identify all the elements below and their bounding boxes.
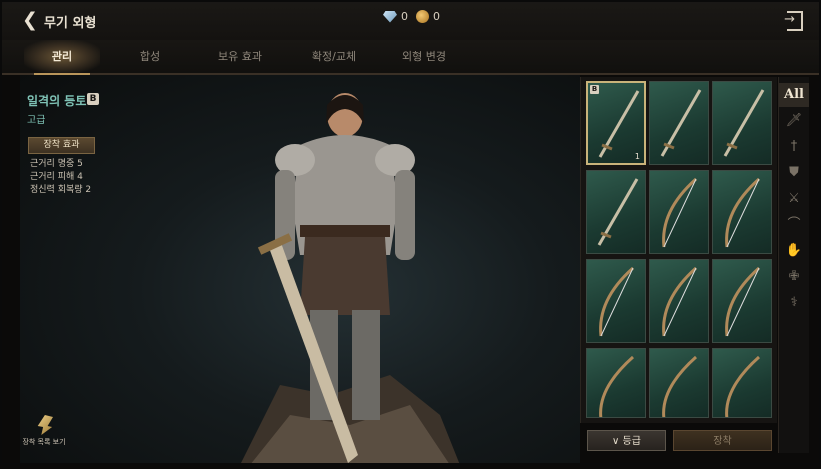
knight-character [240,85,460,465]
weapon-slot[interactable] [649,81,709,165]
sword-icon [723,89,765,157]
gauntlet-icon[interactable]: ✋ [779,239,809,263]
tab-compose[interactable]: 합성 [118,40,182,73]
stat-line: 근거리 명중 5 [30,159,83,169]
top-bar: ❮ 무기 외형 0 0 → [0,0,821,41]
stat-line: 정신력 회복량 2 [30,185,92,195]
bow-icon [599,266,634,337]
tab-confirm-swap[interactable]: 확정/교체 [294,40,374,73]
slot-count: 1 [634,152,640,161]
tab-bar: 관리 합성 보유 효과 확정/교체 외형 변경 [0,40,821,75]
orb-staff-icon[interactable]: ✙ [779,265,809,289]
grade-sort-button[interactable]: ∨ 등급 [587,430,666,451]
tab-manage[interactable]: 관리 [24,40,100,75]
tab-owned-effect[interactable]: 보유 효과 [200,40,280,73]
equip-effect-label: 장착 효과 [28,137,95,154]
weapon-slot[interactable] [586,348,646,418]
sword-icon [660,89,702,157]
sword-icon[interactable]: † [779,135,809,159]
weapon-slot[interactable] [649,259,709,343]
equip-list-button[interactable]: 장착 목록 보기 [22,415,66,455]
bow-icon [725,177,760,248]
sword-icon [597,178,639,246]
belt [300,225,390,237]
gem-count: 0 [401,10,408,23]
chevron-left-icon[interactable]: ❮ [22,9,38,31]
right-leg [352,310,380,420]
crossed-swords-icon[interactable]: ⚔ [779,187,809,211]
bow-icon [725,266,760,337]
weapon-grid: B 1 [580,77,777,423]
wand-icon[interactable]: ⚕ [779,291,809,315]
item-grade: 고급 [27,115,46,126]
weapon-slot[interactable] [712,81,772,165]
weapon-slot[interactable] [649,348,709,418]
coin-count: 0 [433,10,440,23]
bow-icon [725,355,760,417]
page-title: 무기 외형 [44,16,97,31]
coin-icon [416,10,429,23]
exit-arrow-icon: → [784,12,795,27]
bow-icon[interactable]: ⌒ [779,213,809,237]
wing-emblem-icon [37,415,53,435]
weapon-slot[interactable] [712,259,772,343]
weapon-slot[interactable] [712,348,772,418]
item-name: 일격의 등토 [27,94,87,108]
slot-grade-badge: B [590,85,599,94]
bow-icon [662,177,697,248]
coin-currency: 0 [416,10,440,23]
gem-currency: 0 [383,10,408,23]
tasset [300,237,390,315]
grade-badge: B [87,93,99,105]
weapon-slot[interactable]: B 1 [586,81,646,165]
bow-icon [662,355,697,417]
weapon-slot[interactable] [586,170,646,254]
right-arm [395,170,415,260]
shield-icon[interactable]: ⛊ [779,161,809,185]
bow-icon [662,266,697,337]
dagger-icon[interactable]: 🗡 [779,109,809,133]
weapon-slot[interactable] [712,170,772,254]
filter-all[interactable]: All [779,83,809,107]
equip-button[interactable]: 장착 [673,430,772,451]
weapon-slot[interactable] [586,259,646,343]
stat-line: 근거리 피해 4 [30,172,83,182]
weapon-slot[interactable] [649,170,709,254]
gem-icon [383,10,397,23]
weapon-filter-column: All 🗡 † ⛊ ⚔ ⌒ ✋ ✙ ⚕ [778,77,809,453]
tab-appearance-change[interactable]: 외형 변경 [384,40,464,73]
bow-icon [599,355,634,417]
equip-list-label: 장착 목록 보기 [22,438,66,446]
